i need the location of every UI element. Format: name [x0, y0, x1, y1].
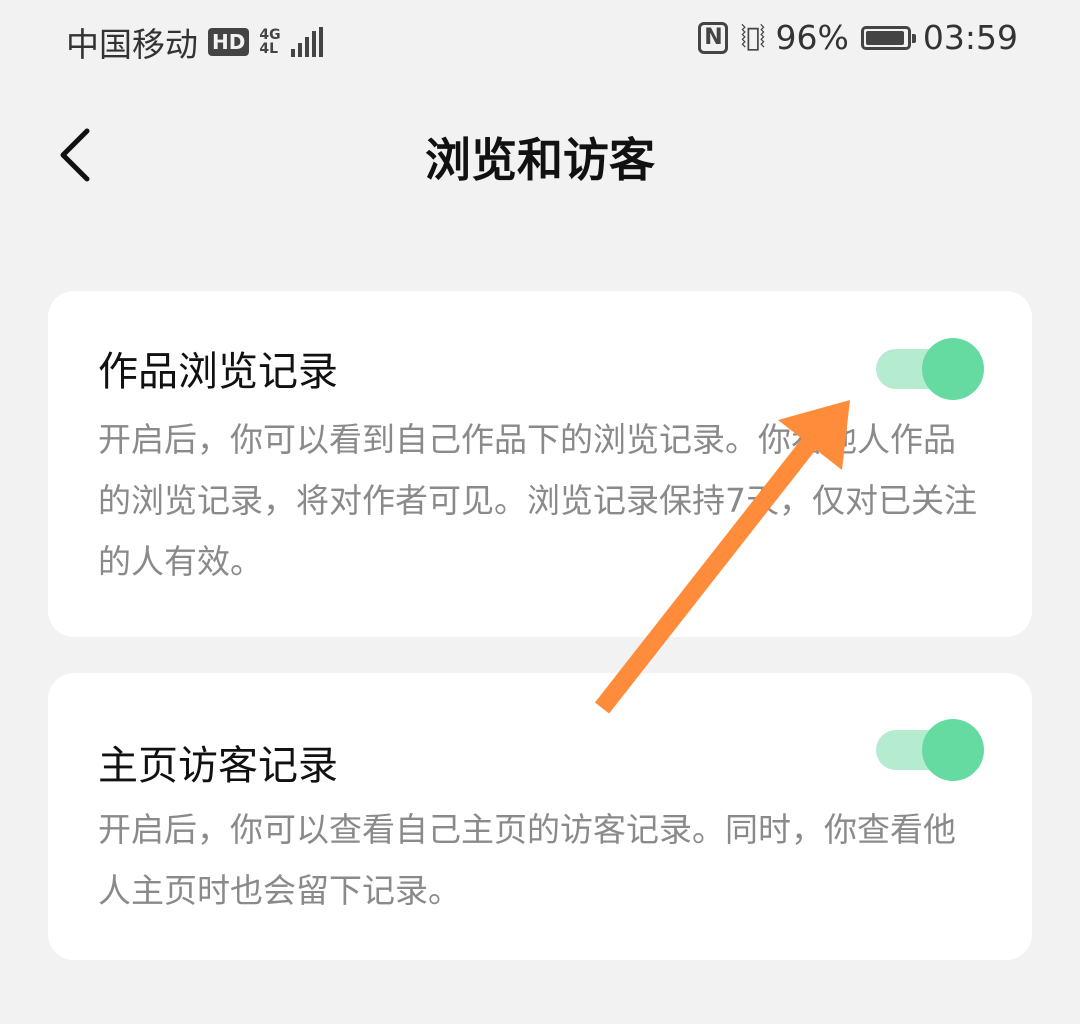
- setting-title: 主页访客记录: [98, 743, 338, 789]
- status-left: 中国移动 HD 4G 4L: [66, 18, 323, 66]
- status-bar: 中国移动 HD 4G 4L N ⦚▯⦚ 96% 03:59: [0, 0, 1080, 78]
- status-right: N ⦚▯⦚ 96% 03:59: [698, 18, 1018, 57]
- settings-card-work-views: 作品浏览记录 开启后，你可以看到自己作品下的浏览记录。你看他人作品的浏览记录，将…: [48, 291, 1032, 637]
- vibrate-icon: ⦚▯⦚: [740, 20, 765, 55]
- profile-visitors-toggle[interactable]: [876, 719, 984, 781]
- work-views-toggle[interactable]: [876, 338, 984, 400]
- toggle-knob: [922, 338, 984, 400]
- signal-strength-icon: [290, 27, 323, 57]
- clock-time: 03:59: [922, 18, 1018, 57]
- setting-description: 开启后，你可以看到自己作品下的浏览记录。你看他人作品的浏览记录，将对作者可见。浏…: [98, 420, 977, 581]
- battery-icon: [860, 25, 916, 50]
- page-title: 浏览和访客: [425, 133, 655, 187]
- toggle-knob: [922, 719, 984, 781]
- hd-badge: HD: [208, 28, 250, 56]
- setting-description: 开启后，你可以查看自己主页的访客记录。同时，你查看他人主页时也会留下记录。: [98, 810, 956, 910]
- battery-fill: [865, 30, 905, 45]
- network-type-bottom: 4L: [259, 41, 279, 57]
- network-type-badge: 4G 4L: [259, 28, 280, 56]
- nfc-icon: N: [698, 21, 729, 54]
- battery-percent: 96%: [775, 18, 849, 57]
- navigation-header: 浏览和访客: [0, 100, 1080, 210]
- settings-card-profile-visitors: 主页访客记录 开启后，你可以查看自己主页的访客记录。同时，你查看他人主页时也会留…: [48, 673, 1032, 960]
- carrier-name: 中国移动: [66, 25, 198, 64]
- setting-title: 作品浏览记录: [98, 349, 338, 395]
